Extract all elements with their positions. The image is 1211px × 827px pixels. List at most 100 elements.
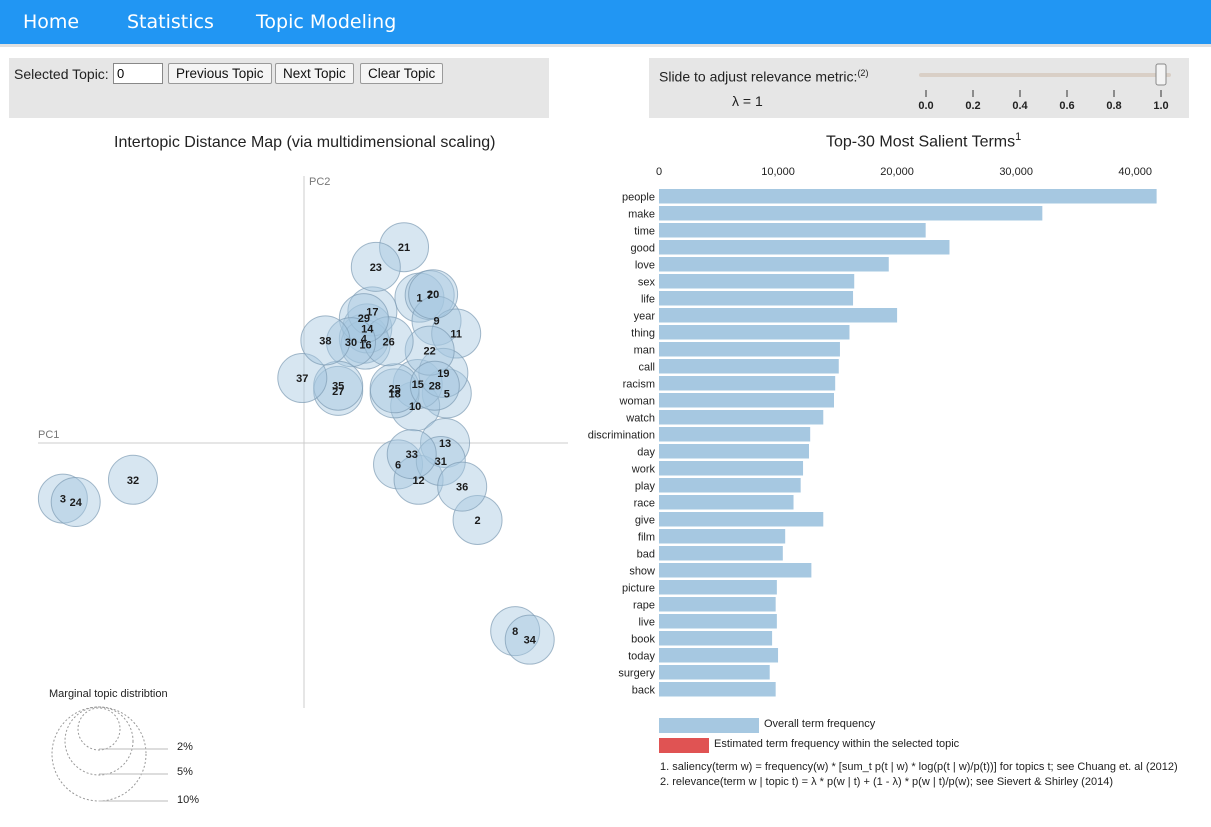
term-label[interactable]: give	[635, 515, 655, 527]
clear-topic-button[interactable]: Clear Topic	[360, 63, 444, 84]
bar-rape[interactable]	[659, 597, 776, 612]
term-label[interactable]: time	[634, 226, 655, 238]
relevance-slider[interactable]: 0.0 0.2 0.4 0.6 0.8 1.0	[911, 63, 1181, 115]
salient-terms-chart: 0 10,000 20,000 30,000 40,000 people make time…	[588, 166, 1157, 697]
bar-day[interactable]	[659, 444, 809, 459]
term-label[interactable]: show	[629, 566, 655, 578]
term-label[interactable]: woman	[619, 396, 655, 408]
salient-terms-title: Top-30 Most Salient Terms1	[826, 131, 1022, 151]
term-label[interactable]: day	[637, 447, 655, 459]
topic-label-12: 12	[412, 475, 424, 487]
selected-topic-label: Selected Topic:	[14, 66, 109, 82]
bar-year[interactable]	[659, 308, 898, 323]
bar-good[interactable]	[659, 240, 950, 255]
slider-tick-label: 1.0	[1153, 100, 1168, 112]
bar-film[interactable]	[659, 529, 786, 544]
term-label[interactable]: discrimination	[588, 430, 655, 442]
term-label[interactable]: love	[635, 260, 655, 272]
term-label[interactable]: people	[622, 192, 655, 204]
bar-live[interactable]	[659, 614, 777, 629]
bar-love[interactable]	[659, 257, 889, 272]
marginal-label-2: 2%	[177, 741, 193, 753]
term-label[interactable]: sex	[638, 277, 656, 289]
bar-work[interactable]	[659, 461, 804, 476]
bar-back[interactable]	[659, 682, 776, 697]
topic-label-2: 2	[475, 515, 481, 527]
topic-label-3: 3	[60, 494, 66, 506]
term-label[interactable]: back	[632, 685, 656, 697]
bar-x-tick-label: 30,000	[999, 166, 1033, 178]
bar-play[interactable]	[659, 478, 801, 493]
bar-give[interactable]	[659, 512, 824, 527]
bar-man[interactable]	[659, 342, 840, 357]
term-label[interactable]: picture	[622, 583, 655, 595]
previous-topic-button[interactable]: Previous Topic	[168, 63, 272, 84]
bar-time[interactable]	[659, 223, 926, 238]
slider-tick-label: 0.8	[1106, 100, 1121, 112]
bar-discrimination[interactable]	[659, 427, 811, 442]
term-label[interactable]: race	[634, 498, 655, 510]
term-label[interactable]: year	[634, 311, 656, 323]
bar-picture[interactable]	[659, 580, 777, 595]
bar-x-tick-label: 10,000	[761, 166, 795, 178]
term-label[interactable]: good	[631, 243, 655, 255]
bar-thing[interactable]	[659, 325, 850, 340]
term-label[interactable]: film	[638, 532, 655, 544]
bar-today[interactable]	[659, 648, 779, 663]
topic-label-15: 15	[412, 379, 424, 391]
marginal-circle-10	[51, 706, 147, 802]
term-label[interactable]: play	[635, 481, 656, 493]
legend-overall-swatch	[659, 718, 759, 733]
topic-label-35: 35	[332, 381, 344, 393]
bar-book[interactable]	[659, 631, 773, 646]
marginal-label-5: 5%	[177, 766, 193, 778]
term-label[interactable]: surgery	[618, 668, 655, 680]
bar-race[interactable]	[659, 495, 794, 510]
term-label[interactable]: thing	[631, 328, 655, 340]
topic-label-23: 23	[370, 262, 382, 274]
nav-statistics[interactable]: Statistics	[127, 11, 214, 33]
bar-woman[interactable]	[659, 393, 834, 408]
topic-label-38: 38	[319, 335, 331, 347]
term-label[interactable]: life	[641, 294, 655, 306]
bar-sex[interactable]	[659, 274, 855, 289]
term-label[interactable]: rape	[633, 600, 655, 612]
bar-make[interactable]	[659, 206, 1043, 221]
relevance-footnote-ref: (2)	[857, 68, 869, 78]
topic-label-37: 37	[296, 373, 308, 385]
term-label[interactable]: bad	[637, 549, 655, 561]
bar-group: people make time good love sex life year thing ma…	[588, 189, 1157, 697]
bar-life[interactable]	[659, 291, 854, 306]
bar-surgery[interactable]	[659, 665, 770, 680]
topic-label-14: 14	[361, 323, 374, 335]
bar-watch[interactable]	[659, 410, 824, 425]
bar-bad[interactable]	[659, 546, 783, 561]
term-label[interactable]: make	[628, 209, 655, 221]
term-label[interactable]: work	[631, 464, 656, 476]
topic-label-11: 11	[450, 329, 462, 341]
term-label[interactable]: racism	[623, 379, 655, 391]
slider-thumb[interactable]	[1155, 63, 1167, 86]
term-label[interactable]: live	[638, 617, 655, 629]
nav-home[interactable]: Home	[23, 11, 79, 33]
term-label[interactable]: watch	[625, 413, 655, 425]
selected-topic-input[interactable]	[113, 63, 163, 84]
topic-label-28: 28	[429, 381, 441, 393]
term-label[interactable]: man	[634, 345, 655, 357]
bar-racism[interactable]	[659, 376, 836, 391]
topic-label-16: 16	[359, 340, 371, 352]
term-label[interactable]: book	[631, 634, 655, 646]
intertopic-distance-map: PC1 PC2 12345678910111213141516171819202…	[37, 176, 568, 708]
term-label[interactable]: call	[638, 362, 655, 374]
term-label[interactable]: today	[628, 651, 655, 663]
bar-people[interactable]	[659, 189, 1157, 204]
bar-show[interactable]	[659, 563, 812, 578]
topic-label-26: 26	[383, 336, 395, 348]
next-topic-button[interactable]: Next Topic	[275, 63, 354, 84]
saliency-footnote: 1. saliency(term w) = frequency(w) * [su…	[660, 761, 1178, 773]
topic-label-9: 9	[433, 316, 439, 328]
pc1-label: PC1	[38, 429, 59, 441]
nav-topic-modeling[interactable]: Topic Modeling	[256, 11, 396, 33]
bar-call[interactable]	[659, 359, 839, 374]
topic-label-24: 24	[70, 497, 83, 509]
